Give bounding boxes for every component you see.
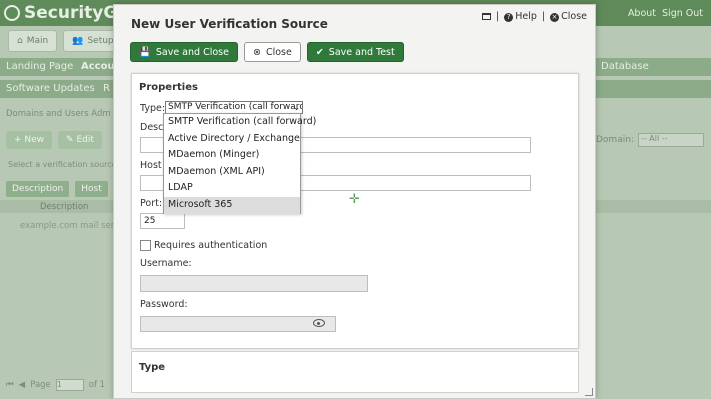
- chevron-down-icon: ⌄: [293, 103, 300, 112]
- close-label: Close: [561, 11, 587, 22]
- page-input[interactable]: 1: [55, 379, 84, 391]
- breadcrumb: Domains and Users Adm: [6, 109, 111, 119]
- resize-handle[interactable]: [585, 388, 593, 396]
- type-section-title: Type: [139, 362, 166, 373]
- requires-auth-label: Requires authentication: [154, 240, 268, 251]
- close-button[interactable]: ⊗ Close: [243, 42, 301, 62]
- edit-button[interactable]: ✎ Edit: [58, 131, 102, 149]
- eye-icon[interactable]: [313, 319, 325, 327]
- new-label: New: [24, 135, 45, 145]
- type-option-ldap[interactable]: LDAP: [164, 180, 300, 197]
- hint-text: Select a verification source: [8, 160, 117, 169]
- save-and-test-label: Save and Test: [328, 46, 395, 58]
- column-description[interactable]: Description: [40, 202, 88, 212]
- setup-button-label: Setup: [87, 36, 114, 46]
- table-row[interactable]: example.com mail ser: [20, 221, 114, 231]
- cancel-icon: ⊗: [252, 46, 261, 58]
- filter-host[interactable]: Host: [75, 181, 108, 197]
- port-label: Port:: [140, 198, 163, 209]
- port-field[interactable]: 25: [140, 213, 185, 229]
- type-option-smtp[interactable]: SMTP Verification (call forward): [164, 114, 316, 131]
- requires-auth-checkbox[interactable]: Requires authentication: [140, 240, 267, 251]
- close-icon: ×: [550, 13, 560, 22]
- nav-software-updates[interactable]: Software Updates: [6, 83, 95, 94]
- domain-filter: Domain: -- All --: [596, 133, 704, 147]
- filter-description[interactable]: Description: [6, 181, 70, 197]
- check-icon: ✔: [315, 46, 324, 58]
- page-label: Page: [30, 380, 51, 390]
- save-and-test-button[interactable]: ✔ Save and Test: [306, 42, 404, 62]
- type-select-value: SMTP Verification (call forward: [168, 102, 303, 112]
- separator: |: [541, 11, 546, 22]
- help-icon: ?: [504, 13, 514, 22]
- type-label: Type:: [140, 103, 166, 114]
- window-icon[interactable]: [482, 13, 492, 20]
- main-button[interactable]: ⌂ Main: [8, 30, 58, 52]
- nav-accounts[interactable]: Accou: [81, 61, 115, 72]
- users-icon: 👥: [72, 36, 84, 46]
- prev-page-icon[interactable]: ◀: [19, 380, 26, 390]
- nav-database[interactable]: Database: [601, 61, 649, 72]
- logo-icon: [4, 5, 20, 21]
- properties-title: Properties: [139, 82, 198, 93]
- type-option-mdaemon-xml[interactable]: MDaemon (XML API): [164, 164, 300, 181]
- crosshair-icon: ✛: [349, 192, 360, 207]
- checkbox-box[interactable]: [140, 240, 151, 251]
- nav-landing-page[interactable]: Landing Page: [6, 61, 73, 72]
- password-field[interactable]: [140, 316, 336, 332]
- username-field[interactable]: [140, 275, 368, 292]
- dialog-links: | ? Help | × Close: [482, 11, 587, 22]
- save-and-close-label: Save and Close: [155, 46, 229, 58]
- domain-select[interactable]: -- All --: [637, 133, 704, 147]
- type-option-mdaemon-minger[interactable]: MDaemon (Minger): [164, 147, 300, 164]
- help-link[interactable]: ? Help: [504, 11, 537, 22]
- domain-label: Domain:: [596, 135, 634, 145]
- type-dropdown-list: SMTP Verification (call forward) Active …: [163, 113, 316, 214]
- close-link[interactable]: × Close: [550, 11, 587, 22]
- nav-r[interactable]: R: [103, 83, 110, 94]
- separator: |: [496, 11, 500, 22]
- password-label: Password:: [140, 299, 188, 310]
- type-option-microsoft-365[interactable]: Microsoft 365: [164, 196, 300, 214]
- home-icon: ⌂: [17, 36, 23, 46]
- page-of-label: of 1: [88, 380, 106, 390]
- sign-out-link[interactable]: Sign Out: [662, 8, 703, 19]
- help-label: Help: [515, 11, 537, 22]
- first-page-icon[interactable]: ⏮: [6, 380, 14, 390]
- top-links: About Sign Out: [628, 8, 703, 19]
- type-panel: Type: [131, 351, 579, 393]
- close-button-label: Close: [265, 46, 292, 58]
- new-button[interactable]: + New: [6, 131, 53, 149]
- about-link[interactable]: About: [628, 8, 656, 19]
- type-option-active-directory[interactable]: Active Directory / Exchange: [164, 131, 300, 148]
- save-icon: 💾: [139, 46, 151, 58]
- save-and-close-button[interactable]: 💾 Save and Close: [130, 42, 238, 62]
- pager: ⏮ ◀ Page 1 of 1: [6, 379, 105, 391]
- dialog-title: New User Verification Source: [131, 17, 328, 31]
- main-button-label: Main: [26, 36, 49, 46]
- edit-label: Edit: [76, 135, 94, 145]
- username-label: Username:: [140, 258, 192, 269]
